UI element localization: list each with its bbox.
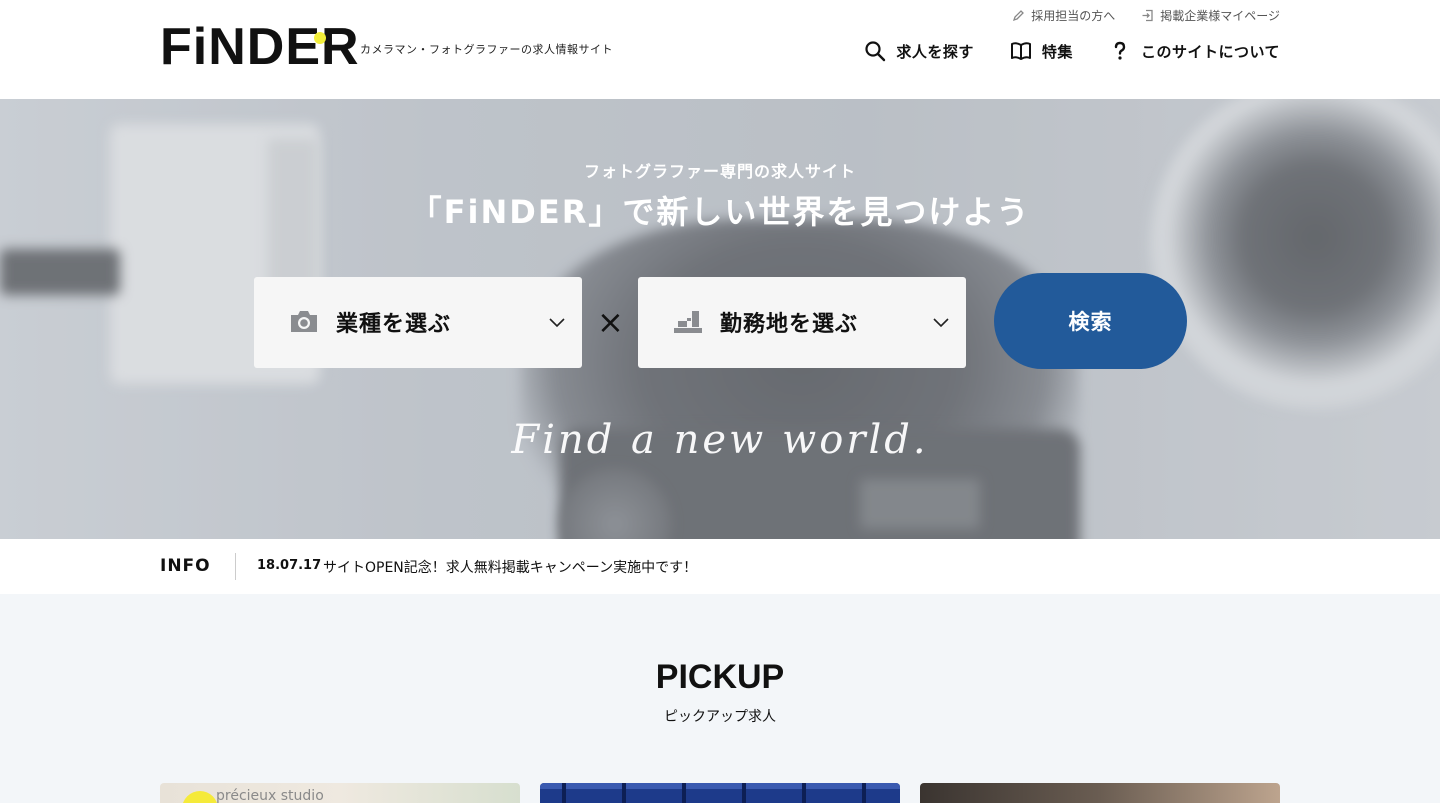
login-icon: [1141, 9, 1154, 22]
nav-about[interactable]: このサイトについて: [1109, 40, 1280, 62]
company-mypage-link[interactable]: 掲載企業様マイページ: [1141, 7, 1280, 24]
times-symbol: ×: [597, 303, 624, 341]
nav-features-label: 特集: [1041, 42, 1073, 61]
logo-text: FiNDER: [160, 18, 360, 76]
search-button[interactable]: 検索: [994, 273, 1187, 369]
card-image-accent: [182, 791, 218, 803]
pickup-subtitle: ピックアップ求人: [664, 709, 776, 725]
industry-select-label: 業種を選ぶ: [336, 312, 452, 337]
hero-script-text: Find a new world.: [511, 417, 929, 463]
site-header: FiNDER カメラマン・フォトグラファーの求人情報サイト 採用担当の方へ 掲載…: [0, 0, 1440, 99]
pencil-icon: [1012, 9, 1025, 22]
pickup-card[interactable]: précieux studio: [160, 783, 520, 803]
nav-find-jobs-label: 求人を探す: [896, 42, 974, 61]
pickup-section: PICKUP ピックアップ求人 précieux studio: [0, 594, 1440, 803]
recruiter-link[interactable]: 採用担当の方へ: [1012, 7, 1115, 24]
question-icon: [1109, 40, 1131, 62]
hero-section: フォトグラファー専門の求人サイト 「FiNDER」で新しい世界を見つけよう 業種…: [0, 99, 1440, 539]
main-nav: 求人を探す 特集 このサイトについて: [864, 40, 1280, 62]
site-logo[interactable]: FiNDER: [160, 20, 359, 74]
logo-dot: [314, 32, 326, 44]
info-label: INFO: [160, 556, 211, 576]
pickup-title: PICKUP: [655, 658, 785, 696]
pickup-card[interactable]: [540, 783, 900, 803]
pickup-card[interactable]: [920, 783, 1280, 803]
hero-subtitle: フォトグラファー専門の求人サイト: [583, 162, 856, 181]
book-icon: [1010, 40, 1032, 62]
info-divider: [235, 553, 236, 580]
location-select[interactable]: 勤務地を選ぶ: [638, 277, 966, 368]
nav-about-label: このサイトについて: [1140, 42, 1280, 61]
info-news-link[interactable]: サイトOPEN記念！求人無料掲載キャンペーン実施中です！: [323, 557, 697, 577]
card-image-detail: [540, 783, 900, 803]
info-date: 18.07.17: [257, 558, 322, 573]
map-icon: [672, 306, 704, 338]
company-mypage-label: 掲載企業様マイページ: [1160, 9, 1280, 23]
nav-find-jobs[interactable]: 求人を探す: [864, 40, 974, 62]
hero-title: 「FiNDER」で新しい世界を見つけよう: [409, 193, 1031, 231]
nav-features[interactable]: 特集: [1010, 40, 1073, 62]
utility-links: 採用担当の方へ 掲載企業様マイページ: [1012, 7, 1280, 24]
chevron-down-icon: [548, 313, 566, 331]
search-icon: [864, 40, 886, 62]
industry-select[interactable]: 業種を選ぶ: [254, 277, 582, 368]
location-select-label: 勤務地を選ぶ: [720, 312, 859, 337]
recruiter-link-label: 採用担当の方へ: [1031, 9, 1116, 23]
info-bar: INFO 18.07.17 サイトOPEN記念！求人無料掲載キャンペーン実施中で…: [0, 539, 1440, 594]
site-tagline: カメラマン・フォトグラファーの求人情報サイト: [360, 43, 613, 56]
card-image-text: précieux studio: [216, 788, 324, 803]
camera-icon: [288, 306, 320, 338]
chevron-down-icon: [932, 313, 950, 331]
